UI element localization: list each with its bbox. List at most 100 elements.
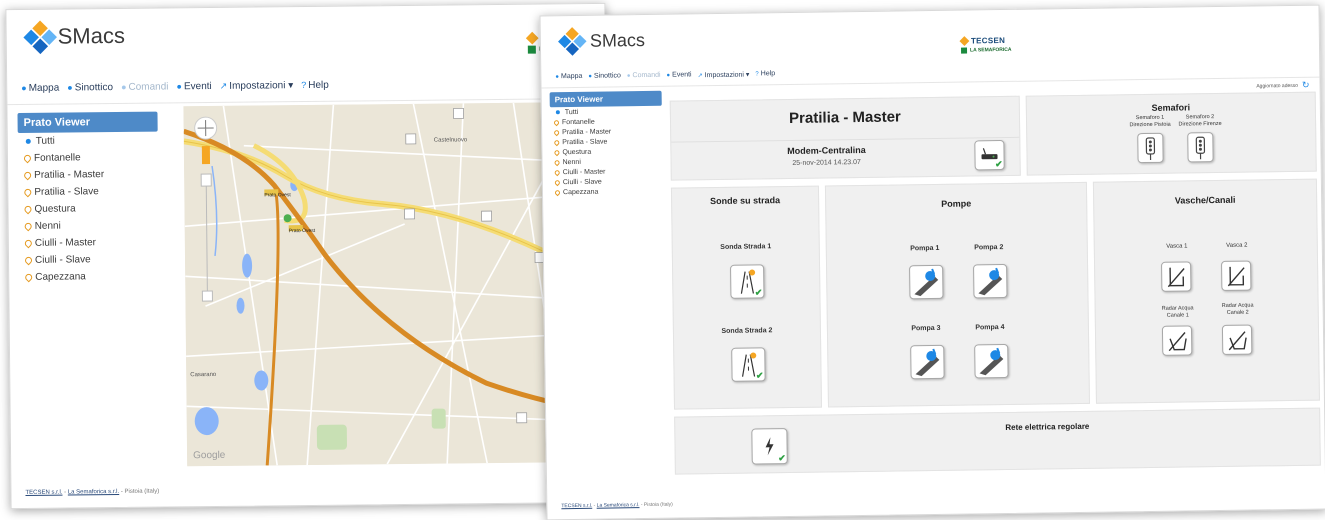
pump-icon [915,348,940,377]
pompa-4-status[interactable] [974,343,1009,379]
bullet-icon [555,110,560,115]
semaforo-2-status[interactable] [1187,132,1214,163]
pompa-2-status[interactable] [973,263,1008,299]
header: SMacs TECSEN LA SEMAFORICA ●Mappa ●Sinot… [540,5,1320,89]
ok-check-icon: ✔ [754,287,763,298]
tecsen-logo-icon [959,36,970,46]
nav-comandi-label: Comandi [128,81,169,93]
footer-partner-link[interactable]: La Semaforica s.r.l. [68,489,119,496]
sidebar-item-questura[interactable]: Questura [18,200,158,218]
sidebar-item-pratilia-master[interactable]: Pratilia - Master [18,166,158,184]
nav-impostazioni[interactable]: ↗ Impostazioni ▾ [698,71,750,80]
sidebar-item-fontanelle[interactable]: Fontanelle [18,149,158,167]
refresh-label: Aggiornato adesso [1256,82,1299,89]
nav-sinottico-label: Sinottico [74,82,114,94]
sidebar-item-capezzana[interactable]: Capezzana [19,268,159,286]
map-pin-icon [553,188,562,196]
footer-company-link[interactable]: TECSEN s.r.l. [25,490,62,496]
footer-company-link[interactable]: TECSEN s.r.l. [561,503,592,509]
nav-mappa[interactable]: ● Mappa [555,73,582,81]
bullet-icon: ● [666,72,671,79]
sidebar-item-pratilia-slave[interactable]: Pratilia - Slave [18,183,158,201]
sidebar-item-capezzana[interactable]: Capezzana [551,186,663,198]
sonde-title: Sonde su strada [710,195,781,207]
nav-impostazioni[interactable]: ↗ Impostazioni ▾ [220,80,294,92]
nav-sinottico[interactable]: ● Sinottico [588,72,621,80]
sonda-2-status[interactable]: ✔ [731,347,766,382]
footer-location: - Pistoia (Italy) [120,488,160,495]
help-icon: ? [755,71,759,78]
modem-status[interactable]: ✔ [974,139,1005,171]
nav-help[interactable]: ? Help [755,70,775,78]
sidebar-item-label: Questura [34,203,76,215]
station-panel: Pratilia - Master Modem-Centralina 25-no… [669,95,1021,181]
vasca-2-label: Vasca 2 [1226,242,1248,249]
semaforo-1-status[interactable] [1137,132,1164,164]
radar-2-status[interactable] [1221,324,1253,355]
radar-1-status[interactable] [1161,325,1193,356]
vasca-1-status[interactable] [1161,261,1192,292]
pompa-1-label: Pompa 1 [910,244,940,253]
sidebar-item-label: Capezzana [35,271,86,283]
nav-comandi-label: Comandi [632,71,661,80]
nav-mappa-label: Mappa [560,72,583,81]
sidebar-item-label: Fontanelle [561,118,595,126]
rete-title: Rete elettrica regolare [1005,421,1090,433]
sidebar-item-label: Capezzana [562,188,599,196]
nav-mappa[interactable]: ● Mappa [21,83,59,94]
map-label: Casarano [190,372,217,378]
wrench-icon: ↗ [219,80,228,91]
sonda-1-label: Sonda Strada 1 [720,243,772,251]
rete-status[interactable]: ✔ [751,428,788,465]
sidebar: Prato Viewer Tutti Fontanelle Pratilia -… [17,111,159,286]
refresh-icon[interactable]: ↻ [1302,80,1310,91]
vasche-title: Vasche/Canali [1174,194,1236,206]
map-pin-icon [553,138,561,146]
footer-partner-link[interactable]: La Semaforica s.r.l. [597,502,640,509]
sidebar-item-label: Pratilia - Master [34,169,105,181]
pompa-3-label: Pompa 3 [911,324,941,333]
ok-check-icon: ✔ [755,370,764,381]
sidebar: Prato Viewer Tutti Fontanelle Pratilia -… [549,90,663,198]
vasca-2-status[interactable] [1221,260,1252,291]
app-logo[interactable]: SMacs [557,25,645,56]
sidebar-item-tutti[interactable]: Tutti [18,132,158,150]
nav-eventi-label: Eventi [672,71,692,79]
radar-2-line2: Canale 2 [1226,309,1249,316]
sidebar-item-label: Ciulli - Slave [562,178,602,186]
pump-icon [978,267,1003,296]
pompa-3-status[interactable] [910,344,945,380]
sidebar-item-label: Ciulli - Slave [34,254,91,266]
radar-1-line1: Radar Acqua [1161,305,1194,312]
bullet-icon: ● [67,82,73,93]
sidebar-item-label: Questura [562,148,592,156]
semaforica-logo-icon [528,45,537,54]
pompe-panel: Pompe Pompa 1 Pompa 2 Pompa 3 Pompa 4 [824,181,1090,408]
nav-sinottico[interactable]: ● Sinottico [67,82,113,93]
sidebar-item-label: Pratilia - Slave [562,138,608,146]
sidebar-item-nenni[interactable]: Nenni [19,217,159,235]
nav-eventi[interactable]: ● Eventi [666,71,691,79]
nav-help-label: Help [760,70,776,78]
map-pin-icon [553,158,561,166]
ok-check-icon: ✔ [778,453,786,464]
sidebar-item-ciulli-slave[interactable]: Ciulli - Slave [19,251,159,269]
radar-2-label: Radar Acqua Canale 2 [1214,302,1262,317]
sidebar-item-label: Nenni [562,158,581,166]
app-logo[interactable]: SMacs [23,20,126,55]
pompa-1-status[interactable] [909,264,944,300]
nav-eventi[interactable]: ● Eventi [176,81,211,92]
nav-mappa-label: Mappa [28,82,60,94]
sidebar-item-label: Tutti [35,135,55,147]
nav-help[interactable]: ? Help [301,80,329,91]
bullet-icon: ● [120,81,127,92]
modem-datetime: 25-nov-2014 14.23.07 [792,158,861,167]
sonda-1-status[interactable]: ✔ [730,264,765,299]
map-pin-icon [22,170,33,181]
nav-impostazioni-label: Impostazioni [704,71,744,80]
rete-panel: ✔ Rete elettrica regolare [674,407,1321,475]
bullet-icon [25,138,31,144]
bullet-icon: ● [176,81,182,92]
sidebar-item-ciulli-master[interactable]: Ciulli - Master [19,234,159,252]
map-pin-icon [553,148,561,156]
